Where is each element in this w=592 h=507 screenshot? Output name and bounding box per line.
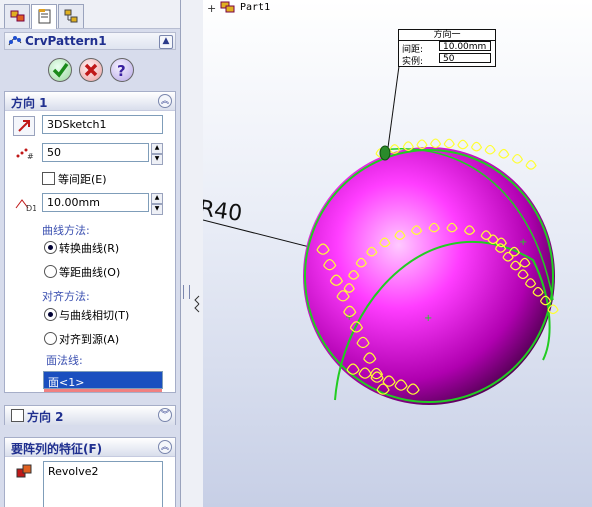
features-icon <box>15 463 35 484</box>
pattern-instance <box>443 138 455 149</box>
radio-transform-curve[interactable] <box>44 241 57 254</box>
instances-spinner[interactable]: ▲ ▼ <box>151 143 163 165</box>
center-marker-icon: + <box>424 313 432 324</box>
collapse-panel-icon[interactable]: ▲ <box>159 35 173 49</box>
help-icon: ? <box>117 62 126 80</box>
selection-handle[interactable] <box>379 145 391 161</box>
pattern-instance <box>525 160 537 170</box>
feature-tree-icon <box>10 10 25 22</box>
reverse-direction-button[interactable] <box>13 116 35 136</box>
direction2-checkbox[interactable] <box>11 409 24 422</box>
feature-list-item[interactable]: Revolve2 <box>48 465 99 478</box>
callout-instances-label: 实例: <box>402 57 424 67</box>
pattern-instance <box>484 144 496 155</box>
pattern-instance <box>430 138 442 149</box>
callout-instances-value[interactable]: 50 <box>439 53 491 64</box>
equal-spacing-label: 等间距(E) <box>58 173 107 186</box>
face-normal-label: 面法线: <box>46 354 83 367</box>
close-icon <box>84 63 98 77</box>
face-normal-item[interactable]: 面<1> <box>48 374 84 390</box>
property-manager-icon <box>38 9 51 24</box>
checkmark-icon <box>52 62 69 78</box>
pattern-instance <box>416 139 428 150</box>
model-scene: R40 + + + <box>203 65 559 405</box>
radio-align-to-source[interactable] <box>44 332 57 345</box>
curve-method-label: 曲线方法: <box>42 224 90 237</box>
align-to-source-label: 对齐到源(A) <box>59 333 120 346</box>
tab-feature-manager[interactable] <box>4 4 30 28</box>
collapse-icon[interactable]: ︽ <box>158 440 172 454</box>
splitter-grip-icon[interactable] <box>183 285 190 299</box>
instances-icon: # <box>15 144 35 163</box>
direction2-header[interactable]: 方向 2 ︾ <box>5 406 175 425</box>
curve-pattern-icon <box>8 35 22 50</box>
transform-curve-label: 转换曲线(R) <box>59 242 120 255</box>
splitter-arrow-icon[interactable] <box>193 294 201 314</box>
radio-offset-curve[interactable] <box>44 265 57 278</box>
tangent-to-curve-label: 与曲线相切(T) <box>59 309 130 322</box>
features-list[interactable]: Revolve2 <box>43 461 163 507</box>
offset-curve-label: 等距曲线(O) <box>59 266 121 279</box>
callout-title: 方向一 <box>399 30 495 41</box>
spacing-spinner[interactable]: ▲ ▼ <box>151 193 163 215</box>
instances-field[interactable]: 50 <box>42 143 149 162</box>
selection-underline <box>44 389 162 392</box>
callout-spacing-value[interactable]: 10.00mm <box>439 41 491 52</box>
direction2-title: 方向 2 <box>27 410 64 424</box>
help-button[interactable]: ? <box>110 58 134 82</box>
pattern-instance <box>498 148 510 159</box>
origin-marker-icon: + <box>345 312 353 323</box>
svg-text:?: ? <box>117 62 126 80</box>
ok-button[interactable] <box>48 58 72 82</box>
feature-title: CrvPattern1 <box>25 34 107 48</box>
equal-spacing-checkbox[interactable] <box>42 172 55 185</box>
configuration-icon <box>64 9 78 23</box>
svg-text:#: # <box>27 152 34 160</box>
align-method-label: 对齐方法: <box>42 290 90 303</box>
reverse-direction-icon <box>18 120 30 132</box>
path-reference-field[interactable]: 3DSketch1 <box>42 115 163 134</box>
pattern-instance <box>470 141 483 152</box>
callout-leader <box>386 65 400 156</box>
expand-icon[interactable]: ︾ <box>158 408 172 422</box>
collapse-icon[interactable]: ︽ <box>158 94 172 108</box>
direction1-group: 方向 1 ︽ 3DSketch1 # 50 ▲▼ 等间距(E) D1 10.00… <box>4 91 176 393</box>
pattern-instance <box>511 153 524 164</box>
tab-configuration-manager[interactable] <box>58 4 84 28</box>
callout-row-instances: 实例: 50 <box>399 53 495 67</box>
features-to-pattern-group: 要阵列的特征(F) ︽ Revolve2 <box>4 437 176 507</box>
feature-title-bar: CrvPattern1 ▲ <box>4 32 176 50</box>
tab-property-manager[interactable] <box>31 4 57 29</box>
radius-dimension[interactable]: R40 <box>203 196 244 227</box>
spacing-field[interactable]: 10.00mm <box>42 193 149 212</box>
face-normal-selection[interactable]: 面<1> <box>43 371 163 392</box>
panel-splitter[interactable] <box>181 0 203 507</box>
features-to-pattern-title: 要阵列的特征(F) <box>11 442 103 456</box>
direction1-title: 方向 1 <box>11 96 48 110</box>
direction1-header[interactable]: 方向 1 ︽ <box>5 92 175 111</box>
direction2-group: 方向 2 ︾ <box>4 405 176 425</box>
radio-tangent-to-curve[interactable] <box>44 308 57 321</box>
graphics-viewport[interactable]: + Part1 R40 + + + 方向一 间距: 10.00mm 实例: 50 <box>203 0 592 507</box>
features-to-pattern-header[interactable]: 要阵列的特征(F) ︽ <box>5 438 175 457</box>
point-marker-icon: + <box>519 237 527 248</box>
pattern-callout: 方向一 间距: 10.00mm 实例: 50 <box>398 29 496 67</box>
manager-tabs <box>0 0 180 29</box>
cancel-button[interactable] <box>79 58 103 82</box>
property-manager: CrvPattern1 ▲ ? 方向 1 ︽ 3DSketch1 # 50 ▲ ▼… <box>0 0 181 507</box>
spacing-icon: D1 <box>14 196 37 215</box>
callout-row-spacing: 间距: 10.00mm <box>399 41 495 55</box>
svg-text:D1: D1 <box>26 204 36 212</box>
pattern-instance <box>457 139 469 150</box>
